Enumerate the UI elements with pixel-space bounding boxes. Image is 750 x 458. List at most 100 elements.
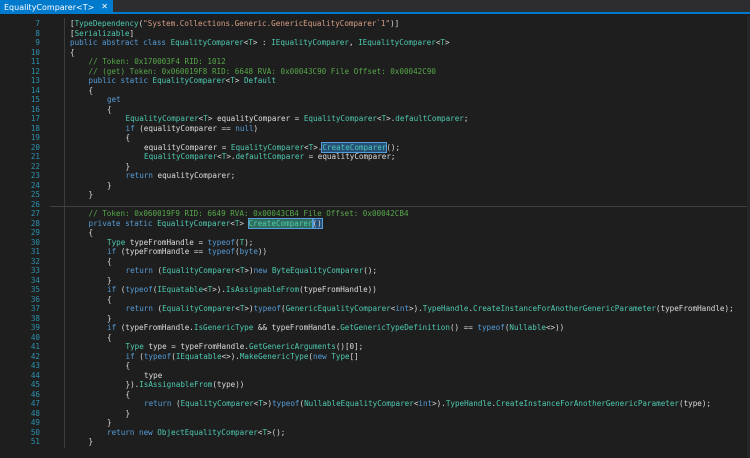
code-line[interactable]: { bbox=[89, 228, 94, 238]
code-line[interactable]: { bbox=[89, 86, 94, 96]
code-line[interactable]: type bbox=[144, 371, 162, 381]
line-number: 39 bbox=[30, 323, 40, 332]
code-line[interactable]: equalityComparer = EqualityComparer<T>.C… bbox=[144, 141, 400, 153]
line-number: 35 bbox=[30, 285, 40, 294]
code-token: if bbox=[125, 123, 135, 133]
code-token: typeof bbox=[143, 351, 172, 361]
code-token: EqualityComparer bbox=[162, 266, 236, 275]
code-line[interactable]: EqualityComparer<T> equalityComparer = E… bbox=[126, 114, 469, 124]
code-line[interactable]: } bbox=[107, 314, 112, 324]
code-line[interactable]: { bbox=[126, 133, 131, 143]
code-token: }). bbox=[125, 380, 140, 389]
code-line[interactable]: if (equalityComparer == null) bbox=[126, 124, 259, 134]
code-token: null bbox=[235, 123, 254, 133]
line-number: 16 bbox=[30, 104, 40, 114]
line-number: 31 bbox=[30, 247, 40, 256]
code-line[interactable]: { bbox=[126, 390, 131, 400]
code-token: GenericEqualityComparer bbox=[285, 304, 391, 313]
line-number: 17 bbox=[30, 114, 40, 123]
code-token: Default bbox=[243, 76, 276, 85]
line-number: 34 bbox=[30, 275, 40, 285]
code-line[interactable]: { bbox=[107, 105, 112, 115]
code-line[interactable]: // Token: 0x170003F4 RID: 1012 bbox=[89, 57, 226, 67]
code-line[interactable]: return (EqualityComparer<T>)typeof(Nulla… bbox=[144, 399, 711, 409]
code-token: (typeFromHandle == bbox=[116, 247, 208, 256]
code-token: return bbox=[144, 399, 172, 408]
code-token: CreateInstanceForAnotherGenericParameter bbox=[473, 304, 656, 313]
code-line[interactable]: EqualityComparer<T>.defaultComparer = eq… bbox=[144, 152, 395, 162]
code-token: EqualityComparer bbox=[152, 76, 226, 85]
code-line[interactable]: [TypeDependency("System.Collections.Gene… bbox=[70, 19, 399, 29]
code-token: ( bbox=[116, 285, 126, 294]
code-token: private static bbox=[88, 218, 158, 228]
code-line[interactable]: if (typeFromHandle.IsGenericType && type… bbox=[107, 323, 564, 333]
code-token: TypeDependency bbox=[74, 19, 139, 28]
code-token: ( bbox=[152, 304, 163, 313]
code-line[interactable]: { bbox=[107, 333, 112, 343]
code-token: > : bbox=[252, 38, 272, 47]
code-line[interactable]: } bbox=[107, 418, 112, 428]
line-number: 45 bbox=[30, 380, 40, 389]
code-token: typeof bbox=[272, 399, 300, 408]
code-token: EqualityComparer bbox=[125, 114, 199, 123]
code-token: >). bbox=[409, 304, 423, 313]
code-token: typeof bbox=[207, 237, 236, 247]
code-line[interactable]: return new ObjectEqualityComparer<T>(); bbox=[107, 428, 285, 438]
code-token: IsAssignableFrom bbox=[139, 380, 213, 389]
code-line[interactable]: } bbox=[89, 190, 94, 200]
code-line[interactable]: return (EqualityComparer<T>)typeof(Gener… bbox=[126, 304, 734, 314]
code-line[interactable]: return equalityComparer; bbox=[126, 171, 236, 181]
code-line[interactable]: return (EqualityComparer<T>)new ByteEqua… bbox=[126, 266, 378, 276]
code-line[interactable]: private static EqualityComparer<T> Creat… bbox=[88, 217, 323, 229]
code-line[interactable]: if (typeof(IEquatable<T>).IsAssignableFr… bbox=[107, 285, 377, 295]
code-token: > bbox=[444, 38, 450, 47]
code-token: ()[0]; bbox=[335, 342, 364, 351]
code-line[interactable]: if (typeof(IEquatable<>).MakeGenericType… bbox=[126, 352, 359, 362]
code-token: Type bbox=[107, 237, 126, 247]
code-editor[interactable]: 7 8 9 10 11 12 13 14 15 16 17 18 19 20 21 22 23 24 25 26 27 2… bbox=[0, 16, 750, 458]
code-line[interactable]: { bbox=[126, 361, 131, 371]
code-line[interactable]: } bbox=[89, 437, 94, 447]
code-line[interactable]: { bbox=[107, 295, 112, 305]
code-line[interactable]: Type type = typeFromHandle.GetGenericArg… bbox=[126, 342, 364, 352]
close-icon[interactable]: ✕ bbox=[101, 3, 108, 11]
code-line[interactable]: Type typeFromHandle = typeof(T); bbox=[107, 238, 253, 248]
code-token: (type)) bbox=[212, 380, 245, 389]
line-number: 51 bbox=[30, 437, 40, 446]
code-line[interactable]: [Serializable] bbox=[70, 29, 134, 39]
code-token: , bbox=[348, 38, 359, 47]
code-token: equalityComparer; bbox=[152, 171, 236, 180]
code-token: if bbox=[107, 323, 117, 332]
code-line[interactable]: public static EqualityComparer<T> Defaul… bbox=[89, 76, 277, 86]
code-token: { bbox=[107, 256, 112, 266]
code-token: EqualityComparer bbox=[162, 304, 236, 313]
line-number: 29 bbox=[30, 228, 40, 237]
code-line[interactable]: // (get) Token: 0x060019F8 RID: 6648 RVA… bbox=[89, 67, 436, 77]
code-token: > bbox=[239, 218, 249, 228]
code-line[interactable]: if (typeFromHandle == typeof(byte)) bbox=[107, 247, 267, 257]
code-token: >). bbox=[432, 399, 446, 408]
line-number: 24 bbox=[30, 180, 40, 190]
code-line[interactable]: } bbox=[126, 409, 131, 419]
code-line[interactable]: // Token: 0x060019F9 RID: 6649 RVA: 0x00… bbox=[89, 209, 409, 219]
code-token: EqualityComparer bbox=[230, 142, 305, 152]
line-number: 46 bbox=[30, 389, 40, 399]
code-token: (); bbox=[363, 266, 378, 275]
code-token: typeof bbox=[125, 285, 153, 294]
code-line[interactable]: } bbox=[107, 276, 112, 286]
tab-equalitycomparer[interactable]: EqualityComparer<T> ✕ bbox=[0, 0, 113, 14]
code-line[interactable]: } bbox=[107, 181, 112, 191]
code-line[interactable]: { bbox=[70, 48, 75, 58]
code-token: EqualityComparer bbox=[180, 399, 254, 408]
code-token: MakeGenericType bbox=[239, 351, 309, 361]
code-line[interactable]: public abstract class EqualityComparer<T… bbox=[70, 38, 450, 48]
code-line[interactable]: get bbox=[107, 95, 121, 105]
code-token: Nullable bbox=[509, 323, 546, 332]
code-token: >. bbox=[386, 114, 396, 123]
code-line[interactable]: { bbox=[107, 257, 112, 267]
code-token: IEqualityComparer bbox=[358, 38, 436, 47]
code-line[interactable]: }).IsAssignableFrom(type)) bbox=[126, 380, 245, 390]
code-token: get bbox=[107, 95, 121, 104]
code-line[interactable]: } bbox=[126, 162, 131, 172]
code-token: EqualityComparer bbox=[144, 152, 218, 161]
